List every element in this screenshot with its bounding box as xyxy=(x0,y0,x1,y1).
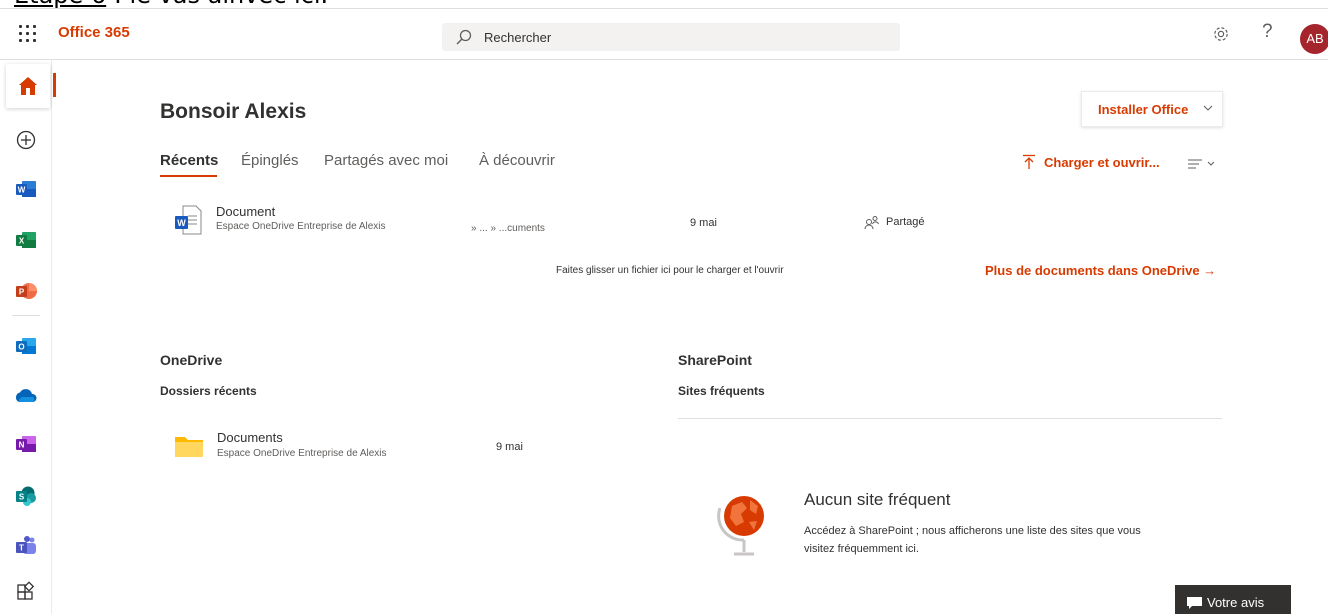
redaction-box xyxy=(412,209,470,251)
upload-label: Charger et ouvrir... xyxy=(1044,155,1160,170)
drop-hint: Faites glisser un fichier ici pour le ch… xyxy=(556,265,784,276)
svg-text:O: O xyxy=(18,343,24,352)
active-tab-underline xyxy=(160,175,217,177)
chevron-down-icon xyxy=(1203,105,1213,111)
redaction-box xyxy=(410,442,458,468)
document-heading-fragment: Étape 6 : le vas ainvec ici. xyxy=(14,0,328,8)
teams-icon[interactable]: T xyxy=(14,534,38,558)
folder-row[interactable]: Documents Espace OneDrive Entreprise de … xyxy=(160,424,660,474)
active-indicator xyxy=(53,73,56,97)
recent-folders-heading: Dossiers récents xyxy=(160,384,257,398)
home-icon xyxy=(19,77,37,95)
onedrive-icon[interactable] xyxy=(14,384,38,408)
svg-text:N: N xyxy=(19,441,25,450)
onedrive-heading: OneDrive xyxy=(160,352,223,368)
rail-item-home[interactable] xyxy=(6,64,56,108)
file-location: Espace OneDrive Entreprise de Alexis xyxy=(216,221,386,232)
file-date: 9 mai xyxy=(690,217,717,229)
outlook-icon[interactable]: O xyxy=(14,334,38,358)
file-name: Document xyxy=(216,204,276,219)
file-path: » ... » ...cuments xyxy=(471,223,545,234)
shared-icon xyxy=(864,216,879,229)
svg-text:W: W xyxy=(18,186,26,195)
brand-link[interactable]: Office 365 xyxy=(58,24,130,41)
recent-file-row[interactable]: W Document Espace OneDrive Entreprise de… xyxy=(160,196,1220,251)
more-documents-link[interactable]: Plus de documents dans OneDrive → xyxy=(985,263,1216,278)
word-icon[interactable]: W xyxy=(14,177,38,201)
svg-text:W: W xyxy=(177,218,186,228)
excel-icon[interactable]: X xyxy=(14,228,38,252)
svg-text:P: P xyxy=(19,288,25,297)
onenote-icon[interactable]: N xyxy=(14,432,38,456)
powerpoint-icon[interactable]: P xyxy=(14,279,38,303)
sharepoint-icon[interactable]: S xyxy=(14,484,38,508)
search-box[interactable] xyxy=(442,23,900,51)
section-divider xyxy=(678,418,1222,419)
install-office-button[interactable]: Installer Office xyxy=(1081,91,1223,127)
feedback-button[interactable]: Votre avis xyxy=(1175,585,1291,614)
avatar[interactable]: AB xyxy=(1300,24,1328,54)
file-activity-label: Partagé xyxy=(886,216,925,228)
feedback-label: Votre avis xyxy=(1207,595,1265,610)
empty-sites-title: Aucun site fréquent xyxy=(804,490,951,509)
frequent-sites-heading: Sites fréquents xyxy=(678,384,765,398)
globe-icon xyxy=(717,496,764,556)
settings-icon[interactable] xyxy=(1212,25,1230,43)
empty-sites-description: Accédez à SharePoint ; nous afficherons … xyxy=(804,525,1141,555)
folder-date: 9 mai xyxy=(496,441,523,453)
top-bar: Office 365 ? AB xyxy=(0,8,1328,60)
search-input[interactable] xyxy=(484,23,884,51)
app-rail: W X P O N S T xyxy=(0,60,56,614)
tab-shared[interactable]: Partagés avec moi xyxy=(324,152,448,169)
app-launcher-icon[interactable] xyxy=(19,25,37,43)
upload-icon xyxy=(1023,154,1035,169)
greeting: Bonsoir Alexis xyxy=(160,100,307,123)
folder-location: Espace OneDrive Entreprise de Alexis xyxy=(217,448,387,459)
tab-pinned[interactable]: Épinglés xyxy=(241,152,299,169)
tab-discover[interactable]: À découvrir xyxy=(479,152,555,169)
chat-icon xyxy=(1187,597,1202,609)
all-apps-icon[interactable] xyxy=(14,580,38,604)
word-document-icon: W xyxy=(175,205,202,235)
svg-text:S: S xyxy=(19,493,25,502)
install-office-label: Installer Office xyxy=(1098,101,1189,117)
rail-divider xyxy=(12,315,40,316)
folder-icon xyxy=(175,437,203,457)
tab-recents[interactable]: Récents xyxy=(160,152,218,169)
search-icon xyxy=(456,29,472,45)
help-icon[interactable]: ? xyxy=(1262,21,1273,43)
sort-icon[interactable] xyxy=(1188,158,1218,170)
sharepoint-heading: SharePoint xyxy=(678,352,752,368)
folder-name: Documents xyxy=(217,430,283,445)
svg-text:T: T xyxy=(19,544,24,553)
create-icon[interactable] xyxy=(14,128,38,152)
svg-text:X: X xyxy=(19,237,25,246)
